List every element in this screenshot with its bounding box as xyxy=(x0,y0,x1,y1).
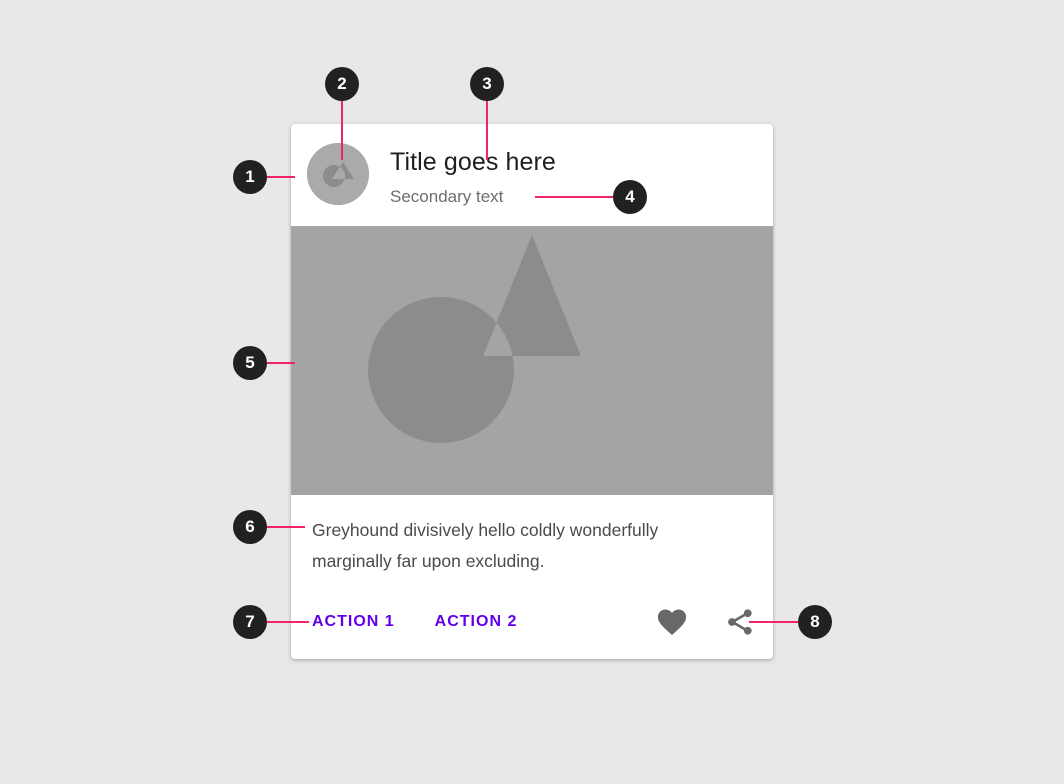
card-title: Title goes here xyxy=(390,148,556,176)
callout-badge-3: 3 xyxy=(470,67,504,101)
card-actions: ACTION 1 ACTION 2 xyxy=(291,585,773,659)
leader-line-4 xyxy=(535,196,615,198)
card-header: Title goes here Secondary text xyxy=(291,124,773,226)
card-media xyxy=(291,226,773,495)
leader-line-3 xyxy=(486,98,488,160)
leader-line-8 xyxy=(749,621,799,623)
supporting-text-paragraph: Greyhound divisively hello coldly wonder… xyxy=(312,520,659,571)
callout-badge-5: 5 xyxy=(233,346,267,380)
leader-line-1 xyxy=(267,176,295,178)
callout-badge-8: 8 xyxy=(798,605,832,639)
leader-line-2 xyxy=(341,98,343,160)
favorite-button[interactable] xyxy=(656,606,688,638)
card-supporting-text: Greyhound divisively hello coldly wonder… xyxy=(291,495,773,577)
heart-icon xyxy=(657,608,687,636)
avatar xyxy=(307,143,369,205)
callout-badge-1: 1 xyxy=(233,160,267,194)
callout-badge-7: 7 xyxy=(233,605,267,639)
card-secondary-text: Secondary text xyxy=(390,187,504,206)
leader-line-5 xyxy=(267,362,295,364)
callout-badge-2: 2 xyxy=(325,67,359,101)
callout-badge-4: 4 xyxy=(613,180,647,214)
leader-line-6 xyxy=(267,526,305,528)
card-header-text: Title goes here Secondary text xyxy=(390,140,556,208)
annotated-card-diagram: Title goes here Secondary text Greyhound… xyxy=(0,0,1064,784)
image-placeholder-icon xyxy=(291,226,773,495)
callout-badge-6: 6 xyxy=(233,510,267,544)
action-1-button[interactable]: ACTION 1 xyxy=(312,613,395,631)
leader-line-7 xyxy=(267,621,309,623)
action-2-button[interactable]: ACTION 2 xyxy=(435,613,518,631)
card[interactable]: Title goes here Secondary text Greyhound… xyxy=(291,124,773,659)
